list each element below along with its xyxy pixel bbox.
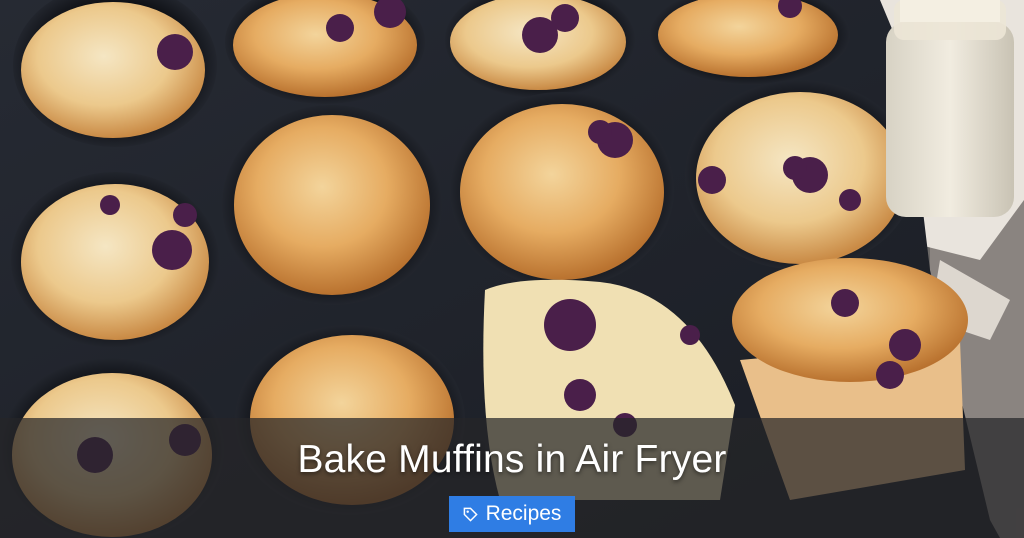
milk-jar <box>886 0 1014 217</box>
title-caption-bar: Bake Muffins in Air Fryer Recipes <box>0 418 1024 538</box>
category-label: Recipes <box>485 502 562 525</box>
post-title: Bake Muffins in Air Fryer <box>297 438 727 481</box>
tag-icon <box>463 507 478 522</box>
category-badge[interactable]: Recipes <box>448 496 576 532</box>
